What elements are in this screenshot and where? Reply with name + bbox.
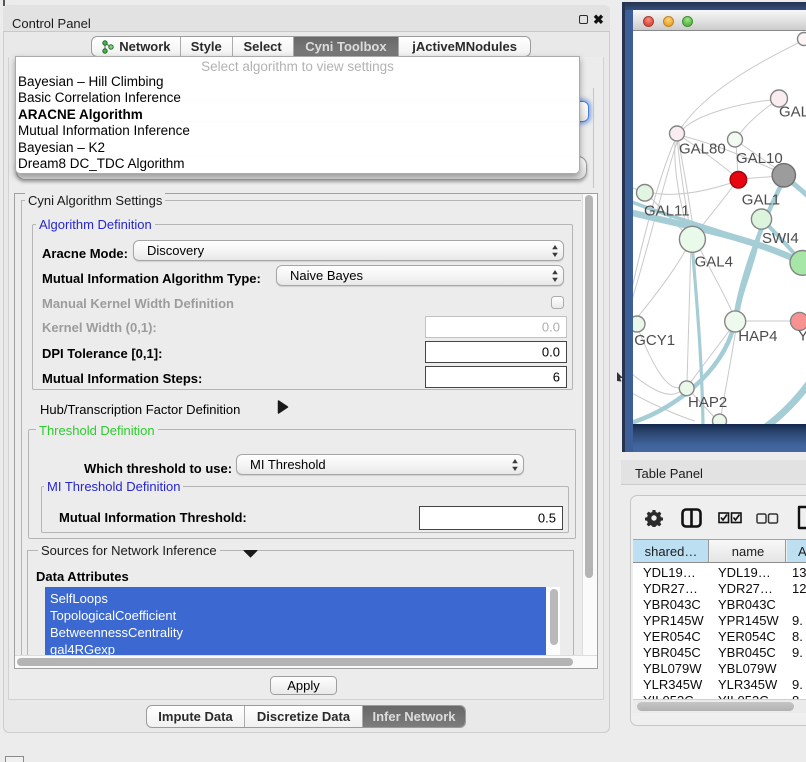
svg-text:GAL80: GAL80 [679,141,726,158]
svg-text:YM: YM [798,328,806,345]
svg-text:GAL11: GAL11 [644,203,690,220]
svg-text:HAP2: HAP2 [688,394,727,411]
svg-text:HAP4: HAP4 [738,328,777,345]
svg-text:GCY1: GCY1 [634,332,675,349]
svg-text:GAL8: GAL8 [779,104,806,121]
svg-text:GAL1: GAL1 [742,192,780,209]
svg-text:GAL4: GAL4 [695,253,733,270]
svg-text:GAL10: GAL10 [736,150,783,167]
svg-text:SWI4: SWI4 [762,230,799,247]
